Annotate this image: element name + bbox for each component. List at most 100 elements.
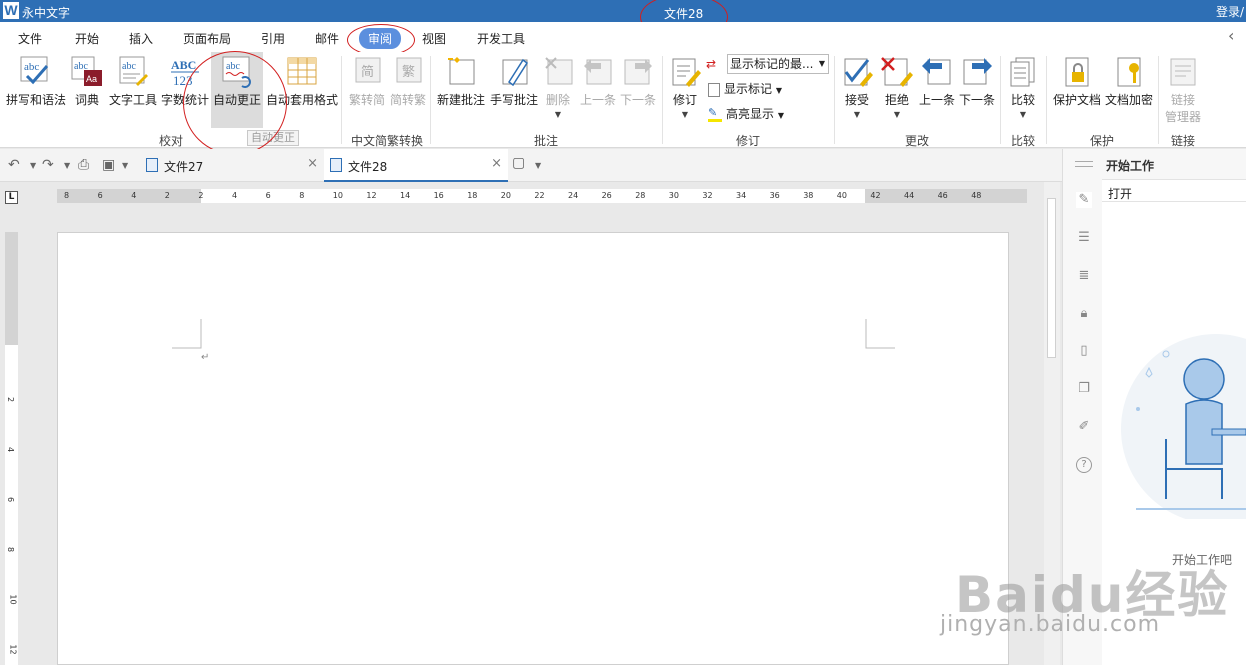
- ruler-tick: 24: [568, 191, 579, 200]
- link-manager-button[interactable]: 链接 管理器: [1162, 56, 1204, 125]
- document-tab-1[interactable]: 文件27 ×: [140, 149, 324, 182]
- ruler-tick: 18: [467, 191, 478, 200]
- autocorrect-button[interactable]: abc 自动更正: [211, 52, 263, 128]
- highlight-button[interactable]: ✎ 高亮显示 ▼: [708, 104, 784, 124]
- undo-icon[interactable]: ↶: [8, 157, 20, 173]
- copy-icon[interactable]: ❐: [1076, 381, 1092, 397]
- trad-to-simp-button[interactable]: 简 繁转简: [347, 56, 387, 108]
- group-label-changes: 更改: [905, 134, 930, 148]
- tab-developer[interactable]: 开发工具: [477, 30, 525, 47]
- tab-stop-selector[interactable]: L: [5, 191, 18, 204]
- autoformat-button[interactable]: 自动套用格式: [265, 56, 339, 108]
- tab-mailings[interactable]: 邮件: [315, 30, 339, 47]
- reject-icon: [880, 56, 914, 88]
- ruler-tick: 12: [8, 644, 18, 655]
- new-comment-button[interactable]: 新建批注: [436, 56, 486, 108]
- spell-check-icon: abc: [19, 56, 53, 88]
- track-changes-icon: [668, 56, 702, 88]
- reject-button[interactable]: 拒绝 ▼: [880, 56, 914, 119]
- previous-comment-icon: [581, 56, 615, 88]
- help-icon[interactable]: ?: [1076, 457, 1092, 473]
- chevron-down-icon[interactable]: ▼: [122, 161, 128, 170]
- previous-change-button[interactable]: 上一条: [918, 56, 956, 108]
- word-count-icon: ABC 123: [168, 56, 202, 88]
- edit-icon[interactable]: ✐: [1076, 419, 1092, 435]
- sliders-icon[interactable]: ☰: [1076, 230, 1092, 246]
- protect-document-button[interactable]: 保护文档: [1052, 56, 1102, 108]
- tab-page-layout[interactable]: 页面布局: [183, 30, 231, 47]
- tab-insert[interactable]: 插入: [129, 30, 153, 47]
- chevron-down-icon: ▼: [893, 110, 901, 119]
- tab-home[interactable]: 开始: [75, 30, 99, 47]
- markup-view-dropdown[interactable]: 显示标记的最... ▼: [727, 54, 829, 74]
- handwritten-comment-icon: [497, 56, 531, 88]
- redo-icon[interactable]: ↷: [42, 157, 54, 173]
- next-change-button[interactable]: 下一条: [958, 56, 996, 108]
- workspace: L 8 6 4 2 2 4 6 8 10 12 14 16 18 20 22 24 26 28 30 32 34 36 38…: [0, 182, 1062, 665]
- group-label-link: 链接: [1171, 134, 1196, 148]
- accept-button[interactable]: 接受 ▼: [840, 56, 874, 119]
- tab-review[interactable]: 审阅: [359, 28, 402, 49]
- previous-comment-button[interactable]: 上一条: [580, 56, 616, 108]
- link-manager-icon: [1166, 56, 1200, 88]
- show-markup-button[interactable]: 显示标记 ▼: [708, 79, 782, 99]
- new-document-icon[interactable]: ▢: [512, 155, 525, 171]
- word-count-button[interactable]: ABC 123 字数统计: [160, 56, 210, 108]
- baidu-watermark-url: jingyan.baidu.com: [940, 612, 1161, 637]
- task-pane-title: 开始工作: [1106, 159, 1155, 173]
- group-label-chinese-conversion: 中文简繁转换: [351, 134, 424, 148]
- ruler-tick: 4: [131, 191, 137, 200]
- chevron-left-icon[interactable]: ‹: [1228, 26, 1234, 45]
- chevron-down-icon[interactable]: ▼: [535, 161, 541, 170]
- compare-button[interactable]: 比较 ▼: [1006, 56, 1040, 119]
- save-icon[interactable]: ▣: [102, 157, 115, 173]
- ruler-tick: 28: [635, 191, 646, 200]
- clipboard-icon[interactable]: ▯: [1076, 343, 1092, 359]
- track-changes-button[interactable]: 修订 ▼: [668, 56, 702, 119]
- scrollbar-thumb[interactable]: [1047, 198, 1056, 358]
- document-tab-2[interactable]: 文件28 ×: [324, 149, 508, 182]
- new-comment-icon: [444, 56, 478, 88]
- encrypt-document-button[interactable]: 文档加密: [1104, 56, 1154, 108]
- tab-references[interactable]: 引用: [261, 30, 285, 47]
- print-preview-icon[interactable]: ⎙: [78, 157, 89, 173]
- menu-lines-icon[interactable]: [1075, 161, 1093, 167]
- next-comment-button[interactable]: 下一条: [620, 56, 656, 108]
- ruler-tick: 38: [803, 191, 814, 200]
- chevron-down-icon: ▼: [775, 86, 782, 95]
- ruler-tick: 2: [6, 396, 16, 403]
- list-tree-icon[interactable]: ≣: [1076, 268, 1092, 284]
- handwritten-comment-button[interactable]: 手写批注: [489, 56, 539, 108]
- open-link[interactable]: 打开: [1108, 185, 1132, 202]
- ruler-tick: 20: [500, 191, 511, 200]
- simp-to-trad-button[interactable]: 繁 简转繁: [388, 56, 428, 108]
- tab-file[interactable]: 文件: [18, 30, 42, 47]
- spell-check-button[interactable]: abc 拼写和语法: [5, 56, 67, 108]
- app-logo-icon: W: [3, 2, 19, 19]
- horizontal-ruler[interactable]: 8 6 4 2 2 4 6 8 10 12 14 16 18 20 22 24 26 28 30 32 34 36 38 40…: [57, 189, 1027, 203]
- document-page[interactable]: ↵: [57, 232, 1009, 665]
- ruler-tick: 12: [366, 191, 377, 200]
- close-icon[interactable]: ×: [307, 156, 318, 171]
- vertical-ruler[interactable]: 2 4 6 8 10 12: [5, 232, 18, 665]
- svg-text:繁: 繁: [402, 64, 415, 80]
- text-tools-button[interactable]: abc 文字工具: [108, 56, 158, 108]
- tab-view[interactable]: 视图: [422, 30, 446, 47]
- document-tabs-bar: ↶ ▼ ↷ ▼ ⎙ ▣ ▼ 文件27 × 文件28 × ▢ ▼: [0, 149, 1062, 182]
- dictionary-button[interactable]: abc Aa 词典: [70, 56, 104, 108]
- lock-icon[interactable]: 🔒︎: [1076, 306, 1092, 322]
- next-change-icon: [960, 56, 994, 88]
- chevron-down-icon[interactable]: ▼: [30, 161, 36, 170]
- pen-icon[interactable]: ✎: [1076, 192, 1092, 208]
- compare-icon: [1006, 56, 1040, 88]
- ruler-tick: 8: [64, 191, 70, 200]
- ruler-tick: 40: [836, 191, 847, 200]
- login-link[interactable]: 登录/: [1216, 3, 1244, 20]
- chevron-down-icon: ▼: [1019, 110, 1027, 119]
- delete-comment-button[interactable]: 删除 ▼: [542, 56, 574, 119]
- close-icon[interactable]: ×: [491, 156, 502, 171]
- ruler-tick: 42: [870, 191, 881, 200]
- ruler-tick: 46: [937, 191, 948, 200]
- chevron-down-icon[interactable]: ▼: [64, 161, 70, 170]
- lock-document-icon: [1060, 56, 1094, 88]
